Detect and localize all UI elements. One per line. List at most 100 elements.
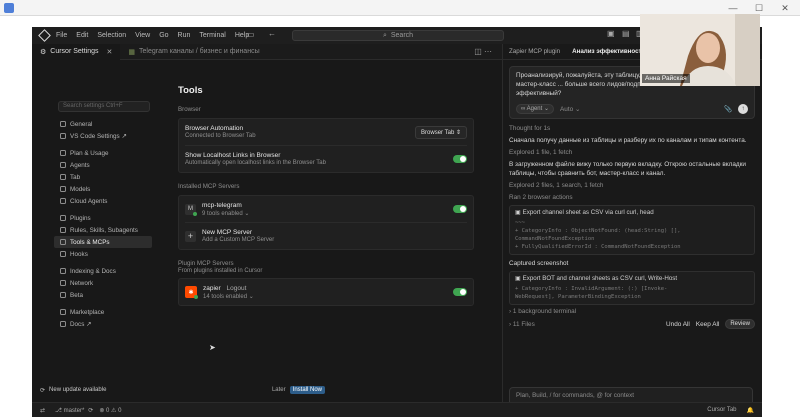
sidebar-item-plan-usage[interactable]: Plan & Usage bbox=[54, 147, 152, 159]
menu-selection[interactable]: Selection bbox=[97, 32, 126, 39]
status-bar: ⇄ ⎇ master* ⟳ ⊗ 0 ⚠ 0 Cursor Tab 🔔 bbox=[32, 402, 762, 417]
new-mcp-row[interactable]: + New MCP Server Add a Custom MCP Server bbox=[185, 227, 467, 245]
code-line: + CategoryInfo : InvalidArgument: (:) [I… bbox=[515, 286, 668, 292]
ran-actions[interactable]: Ran 2 browser actions bbox=[509, 193, 755, 202]
browser-select[interactable]: Browser Tab ⇕ bbox=[415, 125, 467, 139]
sidebar-item-models[interactable]: Models bbox=[54, 183, 152, 195]
sidebar-item-rules[interactable]: Rules, Skills, Subagents bbox=[54, 224, 152, 236]
mcp-telegram-toggle[interactable] bbox=[453, 205, 467, 213]
sidebar-item-agents[interactable]: Agents bbox=[54, 159, 152, 171]
docs-icon bbox=[60, 321, 66, 327]
sidebar-item-docs[interactable]: Docs ↗ bbox=[54, 318, 152, 330]
update-icon: ⟳ bbox=[40, 387, 46, 394]
keep-all-button[interactable]: Keep All bbox=[696, 320, 719, 329]
sidebar-item-vscode-settings[interactable]: VS Code Settings ↗ bbox=[54, 130, 152, 142]
menu-run[interactable]: Run bbox=[178, 32, 191, 39]
terminal-icon: ▣ bbox=[515, 275, 521, 282]
send-button[interactable]: ↑ bbox=[738, 104, 748, 114]
composer-input[interactable]: Plan, Build, / for commands, @ for conte… bbox=[510, 388, 752, 403]
zapier-row: ✱ zapier Logout 14 tools enabled ⌄ bbox=[185, 283, 467, 301]
chat-icon[interactable]: ▤ bbox=[622, 29, 630, 38]
sidebar-group-general: General VS Code Settings ↗ bbox=[54, 118, 154, 142]
beta-icon bbox=[60, 292, 66, 298]
status-dot bbox=[193, 211, 197, 216]
sidebar-item-label: Plugins bbox=[70, 214, 91, 222]
close-window-button[interactable]: ✕ bbox=[772, 0, 798, 16]
captured-screenshot[interactable]: Captured screenshot bbox=[509, 259, 755, 268]
sidebar-item-label: Models bbox=[70, 185, 91, 193]
model-select[interactable]: Auto ⌄ bbox=[560, 105, 580, 114]
sidebar-item-label: Docs ↗ bbox=[70, 320, 92, 328]
toggle-sidebar-icon[interactable]: ▭ bbox=[247, 30, 255, 39]
code-line: WebRequest], ParameterBindingException bbox=[515, 294, 641, 300]
background-terminal-label: 1 background terminal bbox=[512, 308, 577, 315]
menu-terminal[interactable]: Terminal bbox=[199, 32, 225, 39]
localhost-toggle[interactable] bbox=[453, 155, 467, 163]
sidebar-item-marketplace[interactable]: Marketplace bbox=[54, 306, 152, 318]
code-line: CommandNotFoundException bbox=[515, 236, 595, 242]
app-icon bbox=[4, 2, 14, 13]
sidebar-item-hooks[interactable]: Hooks bbox=[54, 248, 152, 260]
sidebar-item-beta[interactable]: Beta bbox=[54, 289, 152, 301]
background-terminal[interactable]: › 1 background terminal bbox=[509, 307, 755, 316]
mcp-badge-letter: M bbox=[188, 206, 193, 212]
sidebar-item-label: Plan & Usage bbox=[70, 149, 109, 157]
indexing-icon bbox=[60, 268, 66, 274]
settings-search-input[interactable]: Search settings Ctrl+F bbox=[58, 101, 150, 112]
menu-file[interactable]: File bbox=[56, 32, 67, 39]
terminal-block-2[interactable]: ▣ Export BOT and channel sheets as CSV c… bbox=[509, 271, 755, 305]
thought-label[interactable]: Thought for 1s bbox=[509, 124, 755, 133]
explored-2[interactable]: Explored 2 files, 1 search, 1 fetch bbox=[509, 181, 755, 190]
chat-tab-zapier[interactable]: Zapier MCP plugin bbox=[503, 44, 566, 60]
notifications-bell-icon[interactable]: 🔔 bbox=[747, 407, 754, 414]
agents-icon bbox=[60, 162, 66, 168]
command-center[interactable]: ⌕ Search bbox=[292, 30, 504, 41]
split-editor-icon[interactable]: ◫ ⋯ bbox=[474, 47, 492, 56]
agent-mode-pill[interactable]: ∞ Agent ⌄ bbox=[516, 104, 555, 114]
assistant-msg-1: Сначала получу данные из таблицы и разбе… bbox=[509, 137, 747, 144]
explored-1[interactable]: Explored 1 file, 1 fetch bbox=[509, 148, 755, 157]
chevron-down-icon: ⌄ bbox=[248, 293, 254, 300]
sidebar-item-label: Tools & MCPs bbox=[70, 238, 110, 246]
sidebar-item-network[interactable]: Network bbox=[54, 277, 152, 289]
agent-mode-label: Agent bbox=[526, 106, 543, 112]
sidebar-item-tools-mcps[interactable]: Tools & MCPs bbox=[54, 236, 152, 248]
sheet-icon: ▦ bbox=[128, 48, 136, 56]
problems-indicator[interactable]: ⊗ 0 ⚠ 0 bbox=[99, 407, 121, 414]
files-count[interactable]: › 11 Files bbox=[509, 320, 535, 329]
terminal-block-1[interactable]: ▣ Export channel sheet as CSV via curl c… bbox=[509, 205, 755, 255]
undo-all-button[interactable]: Undo All bbox=[666, 320, 690, 329]
menu-go[interactable]: Go bbox=[159, 32, 168, 39]
hooks-icon bbox=[60, 251, 66, 257]
sidebar-item-cloud-agents[interactable]: Cloud Agents bbox=[54, 195, 152, 207]
close-tab-icon[interactable]: ✕ bbox=[107, 48, 113, 56]
layout-icon[interactable]: ▣ bbox=[607, 29, 615, 38]
section-plugin-mcp: Plugin MCP Servers bbox=[178, 260, 234, 267]
tab-cursor-settings[interactable]: ⚙ Cursor Settings ✕ bbox=[32, 43, 121, 60]
branch-icon: ⎇ bbox=[55, 407, 62, 414]
models-icon bbox=[60, 186, 66, 192]
later-button[interactable]: Later bbox=[272, 387, 286, 393]
gear-icon bbox=[60, 121, 66, 127]
sync-icon[interactable]: ⟳ bbox=[88, 407, 93, 414]
sidebar-item-plugins[interactable]: Plugins bbox=[54, 212, 152, 224]
localhost-subtitle: Automatically open localhost links in th… bbox=[185, 160, 326, 166]
menu-view[interactable]: View bbox=[135, 32, 150, 39]
back-arrow-icon[interactable]: ← bbox=[268, 29, 276, 38]
zapier-logout-link[interactable]: Logout bbox=[227, 285, 247, 292]
branch-indicator[interactable]: ⎇ master* bbox=[55, 407, 84, 414]
tools-count: 14 tools enabled bbox=[203, 293, 248, 300]
remote-icon[interactable]: ⇄ bbox=[40, 407, 45, 414]
install-now-button[interactable]: Install Now bbox=[289, 386, 325, 394]
sidebar-item-indexing-docs[interactable]: Indexing & Docs bbox=[54, 265, 152, 277]
zapier-tools[interactable]: 14 tools enabled ⌄ bbox=[203, 293, 254, 300]
sidebar-item-general[interactable]: General bbox=[54, 118, 152, 130]
cursor-tab-status[interactable]: Cursor Tab bbox=[707, 407, 736, 413]
menu-edit[interactable]: Edit bbox=[76, 32, 88, 39]
sidebar-item-tab[interactable]: Tab bbox=[54, 171, 152, 183]
attach-icon[interactable]: 📎 bbox=[724, 105, 732, 114]
tab-telegram-sheet[interactable]: ▦ Telegram каналы / бизнес и финансы bbox=[120, 44, 267, 60]
review-button[interactable]: Review bbox=[725, 319, 755, 329]
mcp-telegram-tools[interactable]: 9 tools enabled ⌄ bbox=[202, 210, 249, 217]
zapier-toggle[interactable] bbox=[453, 288, 467, 296]
